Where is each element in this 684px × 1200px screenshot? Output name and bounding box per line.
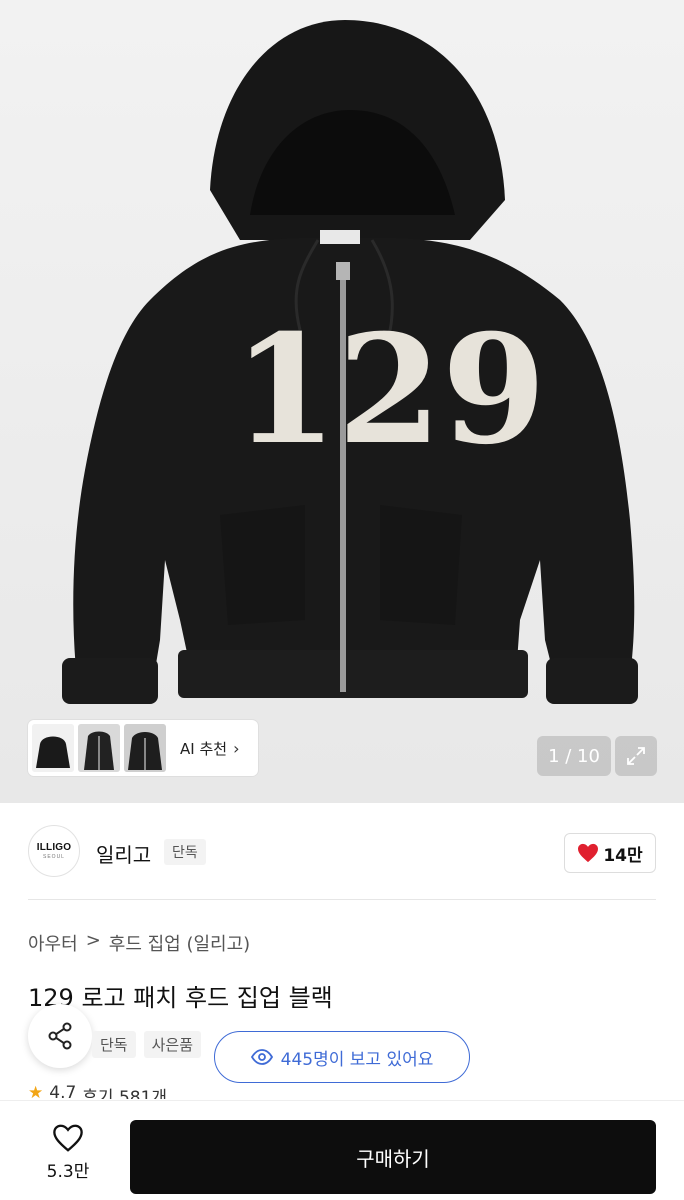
eye-icon — [250, 1049, 273, 1065]
star-icon: ★ — [28, 1083, 44, 1099]
exclusive-tag: 단독 — [164, 839, 206, 865]
product-image[interactable]: 129 AI 추천 › 1 / 10 — [0, 0, 684, 803]
like-count: 14만 — [603, 845, 643, 866]
product-badges: 단독 사은품 — [92, 1031, 202, 1058]
thumbnail-1[interactable] — [32, 724, 74, 772]
heart-filled-icon — [578, 843, 599, 863]
heart-outline-icon — [53, 1124, 83, 1152]
breadcrumb: 아우터 > 후드 집업 (일리고) — [28, 930, 250, 956]
patch-129-text: 129 — [233, 302, 546, 478]
badge-gift: 사은품 — [143, 1031, 202, 1058]
wish-count: 5.3만 — [46, 1162, 90, 1182]
expand-button[interactable] — [615, 736, 657, 776]
thumbnail-2[interactable] — [78, 724, 120, 772]
viewers-pill: 445명이 보고 있어요 — [214, 1031, 470, 1083]
divider — [28, 899, 656, 900]
seller-logo-sub: SEOUL — [43, 854, 65, 860]
share-icon — [48, 1022, 72, 1050]
chevron-right-icon: › — [233, 738, 240, 758]
ai-recommend-link[interactable]: AI 추천 › — [180, 738, 239, 759]
hoodie-illustration: 129 — [62, 20, 638, 704]
like-button[interactable]: 14만 — [564, 833, 656, 873]
buy-button[interactable]: 구매하기 — [130, 1120, 656, 1194]
rating-row[interactable]: ★ 4.7 후기 581개 — [28, 1083, 167, 1099]
badge-exclusive: 단독 — [92, 1031, 136, 1058]
share-button[interactable] — [28, 1004, 92, 1068]
image-counter: 1 / 10 — [537, 736, 611, 776]
seller-row: ILLIGO SEOUL 일리고 단독 14만 — [0, 803, 684, 899]
bottom-bar: 5.3만 구매하기 — [0, 1100, 684, 1200]
seller-logo[interactable]: ILLIGO SEOUL — [28, 825, 80, 877]
expand-icon — [627, 747, 645, 765]
rating-value: 4.7 — [49, 1083, 77, 1099]
thumbnail-strip: AI 추천 › — [28, 720, 258, 776]
thumbnail-3[interactable] — [124, 724, 166, 772]
seller-name[interactable]: 일리고 — [96, 839, 151, 868]
wishlist-button[interactable]: 5.3만 — [28, 1123, 108, 1182]
review-count: 후기 581개 — [82, 1088, 168, 1099]
breadcrumb-category[interactable]: 아우터 — [28, 930, 78, 956]
breadcrumb-subcategory[interactable]: 후드 집업 (일리고) — [109, 930, 250, 956]
ai-recommend-label: AI 추천 — [180, 739, 228, 758]
breadcrumb-separator: > — [85, 930, 101, 951]
seller-logo-text: ILLIGO — [36, 842, 72, 853]
viewers-text: 445명이 보고 있어요 — [280, 1049, 434, 1070]
